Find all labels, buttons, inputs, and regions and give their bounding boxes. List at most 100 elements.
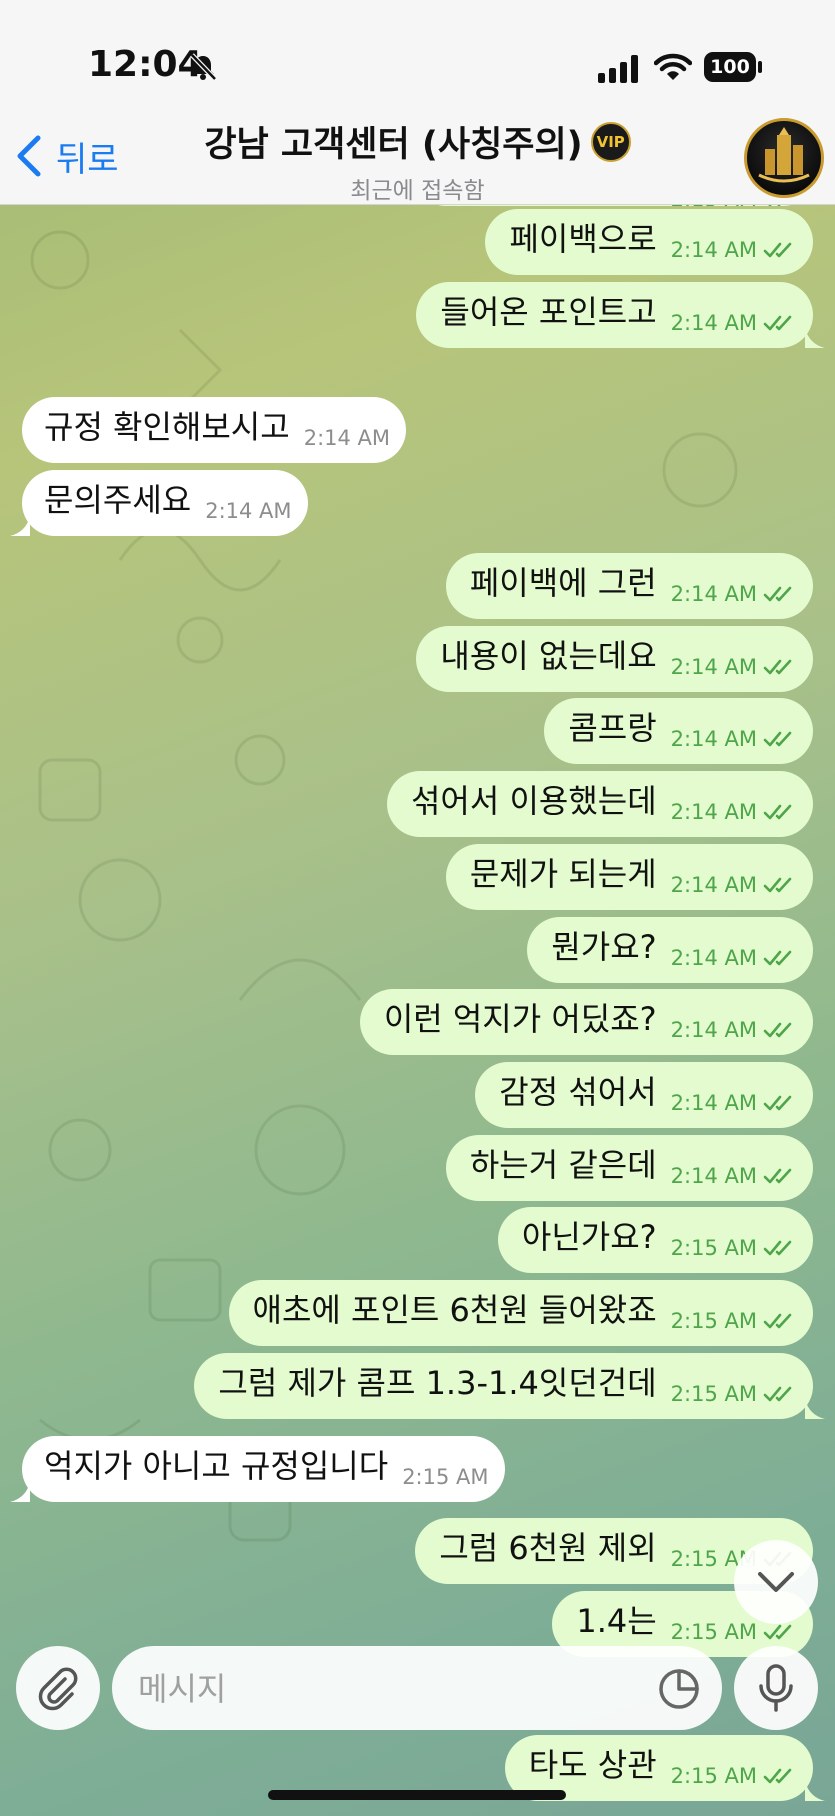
message-text: 아닌가요? <box>521 1218 657 1256</box>
message-text: 하는거 같은데 <box>469 1146 657 1184</box>
outgoing-message[interactable]: 감정 섞어서 2:14 AM <box>475 1062 813 1128</box>
outgoing-message[interactable]: 아닌가요? 2:15 AM <box>497 1207 813 1273</box>
message-meta: 2:14 AM <box>671 946 797 970</box>
double-check-icon <box>763 877 792 893</box>
home-indicator <box>268 1790 566 1800</box>
scroll-to-bottom-button[interactable] <box>734 1540 818 1624</box>
message-meta: 2:14 AM <box>671 582 797 606</box>
double-check-icon <box>763 1022 792 1038</box>
message-text: 내용이 없는데요 <box>440 637 657 675</box>
paperclip-icon <box>38 1667 78 1711</box>
message-meta: 2:15 AM <box>671 1309 797 1333</box>
battery-level: 100 <box>704 52 756 82</box>
chat-status: 최근에 접속함 <box>350 178 485 204</box>
outgoing-message[interactable]: 하는거 같은데 2:14 AM <box>445 1135 813 1201</box>
outgoing-message[interactable]: 페이백으로 2:14 AM <box>485 209 813 275</box>
message-meta: 2:15 AM <box>671 1382 797 1406</box>
message-input[interactable] <box>136 1646 640 1732</box>
message-input-container[interactable] <box>112 1646 722 1732</box>
message-meta: 2:14 AM <box>671 873 797 897</box>
chevron-left-icon <box>17 135 41 177</box>
message-meta: 2:15 AM <box>402 1465 488 1489</box>
avatar[interactable] <box>744 118 824 198</box>
outgoing-message[interactable]: 콤프랑 2:14 AM <box>544 698 813 764</box>
outgoing-message[interactable]: 이런 억지가 어딨죠? 2:14 AM <box>359 989 813 1055</box>
message-meta: 2:14 AM <box>304 426 390 450</box>
sticker-icon[interactable] <box>656 1666 702 1712</box>
bubble-tail <box>10 1482 30 1502</box>
message-time: 2:14 AM <box>670 1164 757 1188</box>
message-text: 들어온 포인트고 <box>440 293 657 331</box>
message-meta: 2:14 AM <box>671 655 797 679</box>
outgoing-message[interactable]: 내용이 없는데요 2:14 AM <box>416 626 813 692</box>
attach-button[interactable] <box>16 1646 100 1730</box>
message-meta: 2:14 AM <box>671 1018 797 1042</box>
building-logo-icon <box>758 127 810 183</box>
incoming-message[interactable]: 문의주세요 2:14 AM <box>10 470 308 536</box>
message-time: 2:15 AM <box>670 1382 757 1406</box>
bubble-tail <box>10 516 30 536</box>
message-time: 2:15 AM <box>670 1620 757 1644</box>
message-time: 2:14 AM <box>670 800 757 824</box>
status-time: 12:04 <box>88 44 203 85</box>
outgoing-message[interactable]: 뭔가요? 2:14 AM <box>527 917 813 983</box>
chevron-down-icon <box>758 1572 794 1592</box>
incoming-message[interactable]: 규정 확인해보시고 2:14 AM <box>22 397 407 463</box>
message-text: 그럼 제가 콤프 1.3-1.4잇던건데 <box>218 1364 657 1402</box>
microphone-icon <box>759 1664 793 1712</box>
double-check-icon <box>763 1095 792 1111</box>
message-meta: 2:15 AM <box>671 1764 797 1788</box>
message-text: 문제가 되는게 <box>469 855 657 893</box>
back-button[interactable]: 뒤로 <box>14 128 119 184</box>
message-text: 섞어서 이용했는데 <box>410 782 657 820</box>
message-time: 2:14 AM <box>670 238 757 262</box>
message-time: 2:14 AM <box>205 499 292 523</box>
message-text: 그럼 6천원 제외 <box>439 1529 657 1567</box>
top-bar: 12:04 100 뒤로 강남 고객센터 (사칭주의) VIP 최근에 접속함 <box>0 0 835 205</box>
outgoing-message[interactable]: 그럼 제가 콤프 1.3-1.4잇던건데 2:15 AM <box>194 1353 825 1419</box>
message-text: 뭔가요? <box>551 928 657 966</box>
message-text: 이런 억지가 어딨죠? <box>383 1000 657 1038</box>
message-meta: 2:14 AM <box>671 1091 797 1115</box>
outgoing-message[interactable]: 문제가 되는게 2:14 AM <box>445 844 813 910</box>
voice-record-button[interactable] <box>734 1646 818 1730</box>
message-text: 1.4는 <box>576 1602 657 1640</box>
message-text: 콤프랑 <box>568 709 657 747</box>
bubble-tail <box>805 328 825 348</box>
message-text: 타도 상관 <box>528 1746 657 1784</box>
message-text: 페이백으로 <box>509 220 657 258</box>
outgoing-message[interactable]: 들어온 포인트고 2:14 AM <box>416 282 825 348</box>
back-label: 뒤로 <box>56 139 119 180</box>
message-time: 2:14 AM <box>670 1091 757 1115</box>
double-check-icon <box>763 315 792 331</box>
bubble-tail <box>805 1399 825 1419</box>
message-time: 2:14 AM <box>670 873 757 897</box>
message-meta: 2:14 AM <box>205 499 291 523</box>
message-text: 문의주세요 <box>44 481 192 519</box>
message-time: 2:14 AM <box>670 1018 757 1042</box>
chat-title: 강남 고객센터 (사칭주의) <box>204 125 583 165</box>
message-time: 2:15 AM <box>670 1236 757 1260</box>
message-text: 감정 섞어서 <box>499 1073 657 1111</box>
double-check-icon <box>763 1768 792 1784</box>
battery-indicator: 100 <box>704 52 762 82</box>
double-check-icon <box>763 242 792 258</box>
double-check-icon <box>763 586 792 602</box>
outgoing-message[interactable]: 애초에 포인트 6천원 들어왔죠 2:15 AM <box>228 1280 813 1346</box>
message-meta: 2:14 AM <box>671 1164 797 1188</box>
message-time: 2:15 AM <box>670 1764 757 1788</box>
incoming-message[interactable]: 억지가 아니고 규정입니다 2:15 AM <box>10 1436 505 1502</box>
double-check-icon <box>763 804 792 820</box>
chat-title-area[interactable]: 강남 고객센터 (사칭주의) VIP 최근에 접속함 <box>150 116 685 205</box>
bubble-tail <box>805 1781 825 1801</box>
double-check-icon <box>763 950 792 966</box>
message-time: 2:14 AM <box>670 582 757 606</box>
outgoing-message[interactable]: 섞어서 이용했는데 2:14 AM <box>386 771 813 837</box>
message-time: 2:15 AM <box>402 1465 489 1489</box>
message-meta: 2:14 AM <box>671 311 797 335</box>
message-text: 억지가 아니고 규정입니다 <box>44 1447 389 1485</box>
signal-icon <box>598 55 638 83</box>
double-check-icon <box>763 659 792 675</box>
message-time: 2:14 AM <box>670 727 757 751</box>
outgoing-message[interactable]: 페이백에 그런 2:14 AM <box>445 553 813 619</box>
